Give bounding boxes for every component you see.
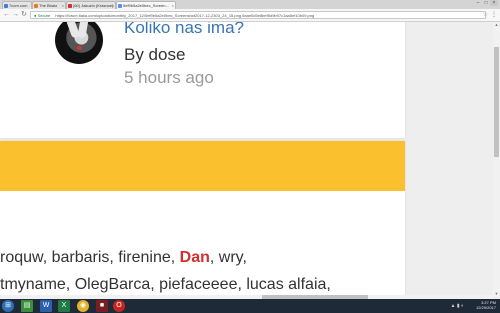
word-icon[interactable]: W [40,300,52,312]
tab-label: (60) Jakuzin (Krasnoe) [73,3,114,8]
online-users-list: roquw, barbaris, firenine, Dan, wry, tmy… [0,244,405,297]
tab-label: The Bbalo [39,3,58,8]
reload-icon[interactable]: ↻ [21,10,27,20]
page-viewport: Koliko nas ima? By dose 5 hours ago roqu… [0,22,493,297]
url-text: https://forum.tiaka.com/uploads/monthly_… [55,13,315,18]
vertical-scroll-thumb[interactable] [494,47,499,157]
post-card: Koliko nas ima? By dose 5 hours ago [0,22,405,138]
browser-tab-strip: 7com.com The Bbalo × (60) Jakuzin (Krasn… [0,0,500,9]
minimize-icon[interactable]: – [474,0,482,6]
online-users-line-2[interactable]: tmyname, OlegBarca, piefaceeee, lucas al… [0,271,405,297]
browser-tab-4-active[interactable]: 5ef9b5a2e0bec_Screen… × [116,1,176,9]
close-tab-icon[interactable]: × [62,2,64,9]
browser-tab-3[interactable]: (60) Jakuzin (Krasnoe) × [66,1,116,9]
chrome-icon[interactable]: ◉ [77,300,89,312]
system-tray-icons[interactable]: ▲ ▮ ◐ [451,303,465,309]
section-header-bar [0,141,405,191]
secure-label: Secure [37,13,51,18]
scroll-down-icon[interactable]: ▼ [493,291,500,297]
back-icon[interactable]: ← [3,10,10,20]
lock-icon: ● [34,13,37,18]
media-app-icon[interactable]: ■ [96,300,108,312]
tab-label: 5ef9b5a2e0bec_Screen… [123,3,170,8]
browser-tab-2[interactable]: The Bbalo × [32,1,66,9]
user-links[interactable]: , wry, [210,249,247,266]
avatar[interactable] [55,22,103,64]
close-tab-icon[interactable]: × [112,2,114,9]
avatar-ear [77,22,89,39]
browser-toolbar: ← → ↻ ● Secure https://forum.tiaka.com/u… [0,9,500,22]
start-button-icon[interactable]: ⊞ [2,300,14,312]
close-window-icon[interactable]: × [490,0,498,6]
window-controls: – □ × [474,0,498,8]
online-users-line-1: roquw, barbaris, firenine, Dan, wry, [0,244,405,271]
tab-label: 7com.com [9,3,28,8]
windows-taskbar: ⊞ ▤ W X ◉ ■ O ▲ ▮ ◐ 3:27 PM 12/29/2017 [0,299,500,313]
system-clock[interactable]: 3:27 PM 12/29/2017 [476,300,496,310]
browser-menu-icon[interactable]: ⋮ [491,11,497,19]
browser-tab-1[interactable]: 7com.com [2,1,32,9]
post-title-link[interactable]: Koliko nas ima? [124,22,244,38]
maximize-icon[interactable]: □ [482,0,490,6]
forward-icon[interactable]: → [12,10,19,20]
vertical-scrollbar[interactable]: ▲ ▼ [493,22,500,297]
user-link-highlighted[interactable]: Dan [180,249,210,266]
post-timestamp: 5 hours ago [124,68,214,87]
scroll-up-icon[interactable]: ▲ [493,22,500,28]
user-links[interactable]: roquw, barbaris, firenine, [0,249,180,266]
address-bar[interactable]: ● Secure https://forum.tiaka.com/uploads… [30,11,486,19]
favicon-icon [4,4,8,8]
file-explorer-icon[interactable]: ▤ [21,300,33,312]
clock-date: 12/29/2017 [475,305,496,310]
close-tab-icon[interactable]: × [172,2,174,9]
favicon-icon [118,4,122,8]
post-byline: By dose [124,45,186,64]
opera-icon[interactable]: O [113,300,125,312]
avatar-nose [77,46,82,50]
bookmark-star-icon[interactable]: ☆ [483,11,488,19]
online-users-card: roquw, barbaris, firenine, Dan, wry, tmy… [0,141,405,297]
excel-icon[interactable]: X [58,300,70,312]
favicon-icon [68,4,72,8]
favicon-icon [34,4,38,8]
